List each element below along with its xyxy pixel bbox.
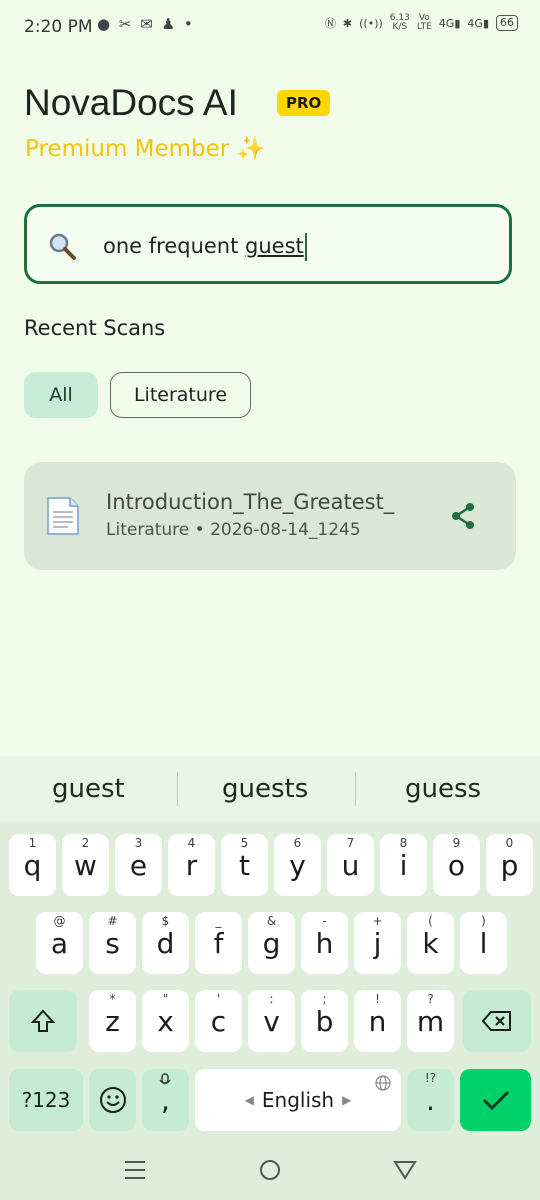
key[interactable]: 8i — [380, 834, 427, 896]
search-input[interactable]: one frequent guest — [24, 204, 512, 284]
mic-icon — [159, 1073, 171, 1085]
text-cursor — [304, 233, 307, 261]
key[interactable]: 9o — [433, 834, 480, 896]
suggestion-3[interactable]: guess — [405, 774, 481, 804]
key[interactable]: & g — [248, 912, 295, 974]
search-text: one frequent guest — [103, 233, 307, 261]
home-icon[interactable] — [258, 1158, 282, 1182]
key[interactable]: -h — [301, 912, 348, 974]
period-key[interactable]: !?. — [407, 1069, 454, 1131]
membership-subtitle: Premium Member ✨ — [25, 136, 266, 162]
key[interactable]: 1q — [9, 834, 56, 896]
key[interactable]: 6y — [274, 834, 321, 896]
backspace-icon — [481, 1011, 511, 1031]
filter-chip-literature[interactable]: Literature — [110, 372, 251, 418]
chat-icon: ● — [97, 15, 113, 33]
key[interactable]: 2w — [62, 834, 109, 896]
key[interactable]: 7u — [327, 834, 374, 896]
key[interactable]: " x — [142, 990, 189, 1052]
nfc-icon: Ⓝ — [324, 17, 336, 30]
enter-key[interactable] — [460, 1069, 531, 1131]
key[interactable]: + j — [354, 912, 401, 974]
emoji-icon — [99, 1087, 126, 1113]
system-icons: Ⓝ ✱ ((•)) 6.13 K/S Vo LTE 4G▮ 4G▮ 66 — [325, 14, 518, 32]
checkmark-icon — [482, 1090, 509, 1111]
chevron-right-icon: ▶ — [342, 1093, 352, 1107]
recent-scans-heading: Recent Scans — [24, 316, 166, 340]
signal-icon-2: 4G▮ — [467, 16, 489, 30]
scan-title: Introduction_The_Greatest_ — [106, 490, 395, 514]
suggestion-2[interactable]: guests — [222, 774, 308, 804]
net-speed: 6.13 K/S — [389, 13, 410, 32]
bluetooth-icon: ✱ — [342, 16, 353, 30]
navigation-bar — [0, 1136, 540, 1200]
share-icon[interactable] — [450, 502, 476, 530]
scan-category: Literature — [106, 520, 190, 540]
key[interactable]: (k — [407, 912, 454, 974]
search-icon — [49, 233, 76, 260]
key[interactable]: * z — [89, 990, 136, 1052]
suggestion-divider — [355, 772, 356, 806]
back-icon[interactable] — [393, 1160, 417, 1180]
app-title: NovaDocs AI — [24, 82, 238, 123]
emoji-key[interactable] — [89, 1069, 136, 1131]
key[interactable]: $ d — [142, 912, 189, 974]
key[interactable]: ' c — [195, 990, 242, 1052]
pro-badge: PRO — [277, 90, 331, 116]
key[interactable]: ? m — [407, 990, 454, 1052]
dot-icon: • — [183, 15, 195, 33]
suggestion-1[interactable]: guest — [52, 774, 125, 804]
person-icon: ♟ — [161, 15, 178, 33]
tools-icon: ✂ — [118, 15, 134, 33]
key[interactable]: # s — [89, 912, 136, 974]
key[interactable]: ! n — [354, 990, 401, 1052]
keyboard: guest guests guess 1q 2w 3e 4r 5t 6y 7u … — [0, 756, 540, 1200]
backspace-key[interactable] — [463, 990, 531, 1052]
hotspot-icon: ((•)) — [359, 16, 383, 30]
recents-icon[interactable] — [124, 1160, 146, 1180]
status-bar: 2:20 PM ● ✂ ✉ ♟ • Ⓝ ✱ ((•)) 6.13 K/S Vo LT… — [0, 0, 540, 56]
key[interactable]: ) l — [460, 912, 507, 974]
suggestion-divider — [177, 772, 178, 806]
key[interactable]: @ a — [36, 912, 83, 974]
key[interactable]: _ f — [195, 912, 242, 974]
mail-icon: ✉ — [140, 15, 155, 33]
scan-card[interactable]: Introduction_The_Greatest_ Literature • … — [24, 462, 516, 570]
scan-meta: Literature • 2026-08-14_1245 — [106, 520, 361, 540]
key[interactable]: 4r — [168, 834, 215, 896]
shift-key[interactable] — [9, 990, 77, 1052]
space-key[interactable]: ◀ English ▶ — [195, 1069, 401, 1131]
filter-chip-all[interactable]: All — [24, 372, 98, 418]
key[interactable]: 3e — [115, 834, 162, 896]
key[interactable]: 0p — [486, 834, 533, 896]
key[interactable]: :v — [248, 990, 295, 1052]
chevron-left-icon: ◀ — [244, 1093, 254, 1107]
battery-icon: 66 — [496, 15, 518, 31]
notification-icons: ● ✂ ✉ ♟ • — [97, 15, 195, 33]
document-icon — [47, 497, 79, 535]
status-time: 2:20 PM — [24, 17, 93, 37]
scan-date: 2026-08-14_1245 — [210, 520, 361, 540]
volte: Vo LTE — [416, 13, 432, 32]
globe-icon — [375, 1075, 391, 1091]
key[interactable]: ; b — [301, 990, 348, 1052]
signal-icon-1: 4G▮ — [438, 16, 461, 30]
comma-key[interactable]: , — [142, 1069, 189, 1131]
key[interactable]: 5t — [221, 834, 268, 896]
shift-icon — [30, 1009, 56, 1032]
symbols-key[interactable]: ?123 — [9, 1069, 83, 1131]
